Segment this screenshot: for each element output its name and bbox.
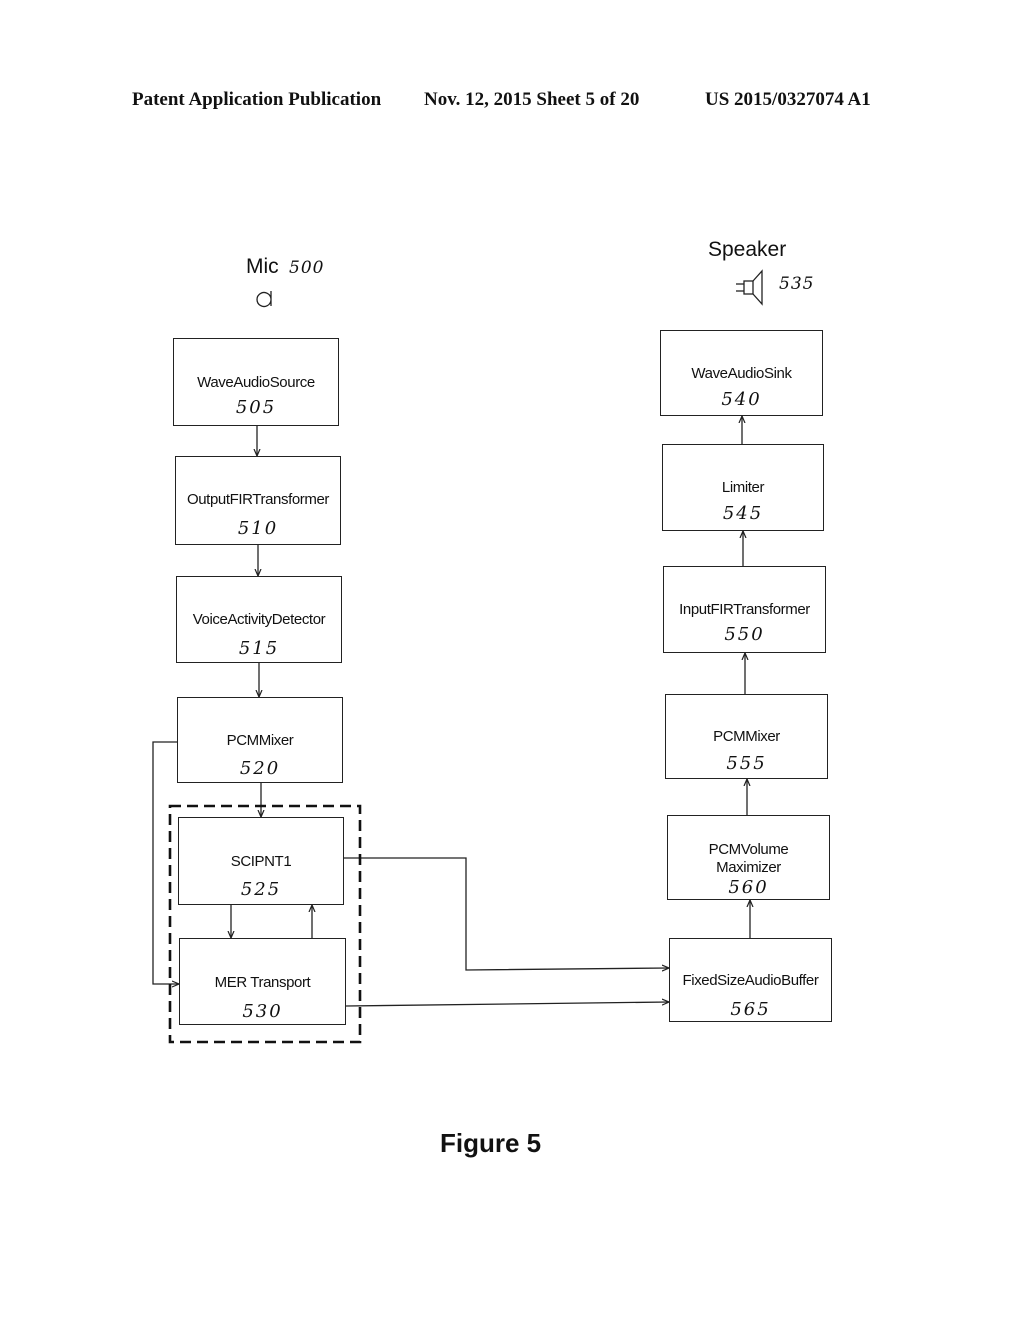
block-pcm-mixer-555: PCMMixer 555 bbox=[665, 694, 828, 779]
block-label: VoiceActivityDetector bbox=[192, 611, 326, 628]
microphone-icon bbox=[254, 288, 274, 308]
block-label: SCIPNT1 bbox=[230, 853, 292, 870]
speaker-ref: 535 bbox=[779, 274, 815, 294]
arrow-525-565 bbox=[344, 857, 669, 970]
block-ref: 555 bbox=[726, 753, 767, 774]
figure-caption: Figure 5 bbox=[440, 1128, 542, 1158]
block-ref: 550 bbox=[724, 624, 765, 645]
block-ref: 520 bbox=[239, 758, 281, 779]
block-ref: 545 bbox=[722, 503, 764, 524]
block-scipnt1: SCIPNT1 525 bbox=[178, 817, 344, 905]
block-label-line2: Maximizer bbox=[716, 859, 781, 876]
block-ref: 510 bbox=[237, 518, 279, 539]
block-label: WaveAudioSource bbox=[197, 374, 315, 391]
mic-label: Mic bbox=[246, 255, 279, 278]
arrow-520-530 bbox=[152, 741, 179, 984]
speaker-icon bbox=[736, 269, 763, 306]
block-voice-activity-detector: VoiceActivityDetector 515 bbox=[176, 576, 342, 663]
block-output-fir-transformer: OutputFIRTransformer 510 bbox=[175, 456, 341, 545]
block-label: WaveAudioSink bbox=[691, 365, 792, 382]
block-limiter: Limiter 545 bbox=[662, 444, 824, 531]
block-label: PCMVolume bbox=[708, 841, 789, 858]
connector-lines bbox=[152, 269, 763, 1044]
block-input-fir-transformer: InputFIRTransformer 550 bbox=[663, 566, 826, 653]
block-label: Limiter bbox=[721, 479, 765, 496]
block-label: PCMMixer bbox=[226, 732, 294, 749]
block-fixed-size-audio-buffer: FixedSizeAudioBuffer 565 bbox=[669, 938, 832, 1022]
block-label: FixedSizeAudioBuffer bbox=[682, 972, 819, 989]
block-ref: 505 bbox=[235, 397, 277, 418]
block-ref: 565 bbox=[730, 999, 771, 1020]
arrow-530-565 bbox=[345, 1002, 669, 1007]
block-pcm-volume-maximizer: PCMVolume Maximizer 560 bbox=[667, 815, 830, 900]
block-ref: 560 bbox=[728, 877, 769, 898]
mic-ref: 500 bbox=[289, 258, 325, 278]
block-wave-audio-sink: WaveAudioSink 540 bbox=[660, 330, 823, 416]
block-ref: 540 bbox=[721, 389, 762, 410]
block-label: OutputFIRTransformer bbox=[186, 491, 330, 508]
block-pcm-mixer-520: PCMMixer 520 bbox=[177, 697, 343, 783]
block-label: InputFIRTransformer bbox=[679, 601, 810, 618]
block-ref: 525 bbox=[240, 879, 282, 900]
block-ref: 515 bbox=[238, 638, 280, 659]
block-label: PCMMixer bbox=[713, 728, 780, 745]
block-wave-audio-source: WaveAudioSource 505 bbox=[173, 338, 339, 426]
block-mer-transport: MER Transport 530 bbox=[179, 938, 346, 1025]
block-ref: 530 bbox=[242, 1001, 283, 1022]
speaker-label: Speaker bbox=[708, 238, 787, 261]
block-label: MER Transport bbox=[214, 974, 311, 991]
